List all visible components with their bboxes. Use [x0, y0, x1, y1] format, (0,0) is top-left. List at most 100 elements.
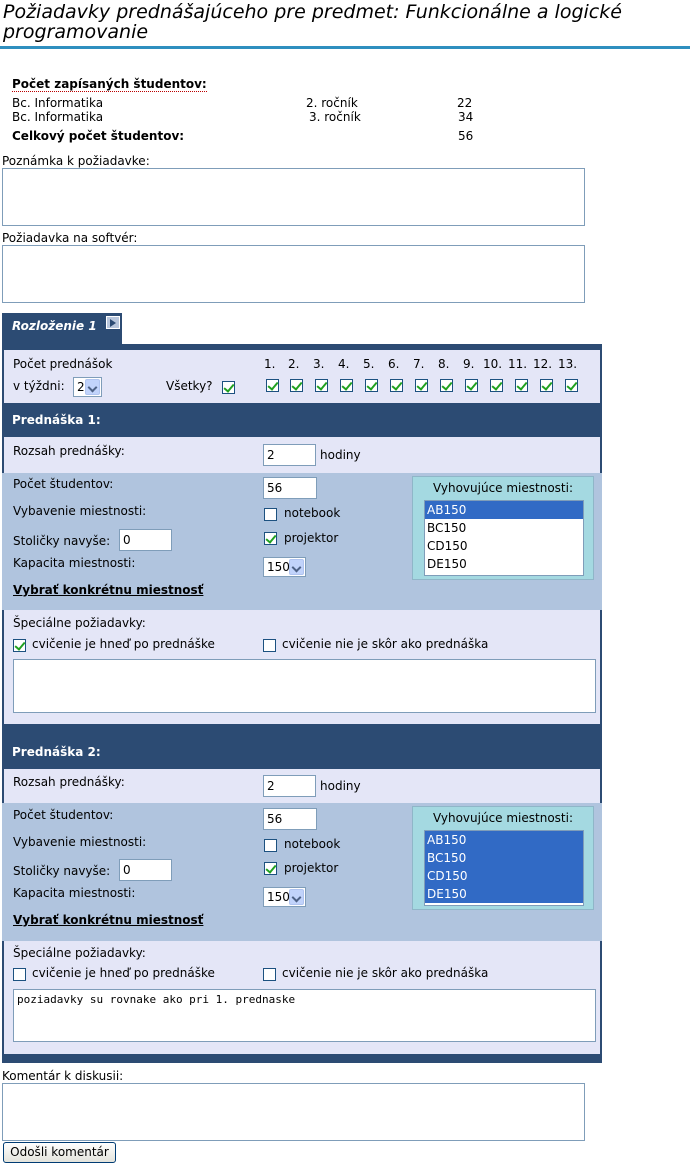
week-checkbox[interactable]	[390, 379, 403, 392]
notebook-checkbox[interactable]	[264, 508, 277, 521]
week-checkbox[interactable]	[515, 379, 528, 392]
lecture-1-header: Prednáška 1:	[2, 403, 602, 437]
lecture-2-header: Prednáška 2:	[2, 724, 602, 769]
discussion-textarea[interactable]	[2, 1083, 585, 1141]
room-option[interactable]: BC150	[425, 519, 583, 537]
room-option[interactable]: CD150	[425, 537, 583, 555]
week-checkbox[interactable]	[465, 379, 478, 392]
exercise-not-before-label: cvičenie nie je skôr ako prednáška	[282, 637, 489, 651]
discussion-label: Komentár k diskusii:	[2, 1069, 124, 1083]
capacity-select[interactable]: 150	[263, 557, 306, 577]
chevron-down-icon	[289, 559, 304, 575]
week-number-label: 12.	[533, 357, 553, 371]
enrolled-label: Počet zapísaných študentov:	[12, 77, 207, 92]
tab-label: Rozloženie 1	[12, 319, 97, 333]
notebook-checkbox[interactable]	[264, 839, 277, 852]
week-checkbox[interactable]	[290, 379, 303, 392]
week-checkbox[interactable]	[365, 379, 378, 392]
stats-row-program: Bc. Informatika	[12, 110, 104, 124]
per-week-label: v týždni:	[13, 379, 65, 393]
week-checkbox[interactable]	[565, 379, 578, 392]
week-checkbox[interactable]	[340, 379, 353, 392]
week-number-label: 10.	[483, 357, 503, 371]
week-number-label: 13.	[558, 357, 578, 371]
range-label: Rozsah prednášky:	[13, 775, 125, 789]
room-option[interactable]: CD150	[425, 867, 583, 885]
chairs-input[interactable]	[119, 859, 172, 881]
exercise-after-label: cvičenie je hneď po prednáške	[32, 637, 215, 651]
projector-checkbox[interactable]	[264, 532, 277, 545]
students-input[interactable]	[263, 808, 317, 830]
projector-label: projektor	[284, 861, 339, 875]
tab-layout-1[interactable]: Rozloženie 1	[2, 313, 122, 346]
range-label: Rozsah prednášky:	[13, 444, 125, 458]
rooms-title: Vyhovujúce miestnosti:	[432, 481, 574, 495]
rooms-title: Vyhovujúce miestnosti:	[432, 811, 574, 825]
week-number-label: 9.	[463, 357, 475, 371]
week-number-label: 1.	[264, 357, 276, 371]
week-number-label: 4.	[338, 357, 350, 371]
exercise-not-before-checkbox[interactable]	[263, 639, 276, 652]
suitable-rooms-box: Vyhovujúce miestnosti: AB150 BC150 CD150…	[412, 476, 594, 580]
week-number-label: 5.	[363, 357, 375, 371]
special-label: Špeciálne požiadavky:	[13, 616, 146, 630]
rooms-listbox[interactable]: AB150 BC150 CD150 DE150	[424, 830, 584, 906]
rooms-listbox[interactable]: AB150 BC150 CD150 DE150	[424, 500, 584, 576]
notebook-label: notebook	[284, 837, 341, 851]
students-label: Počet študentov:	[13, 808, 114, 822]
special-textarea[interactable]	[13, 659, 596, 713]
submit-comment-button[interactable]: Odošli komentár	[3, 1142, 116, 1163]
exercise-not-before-checkbox[interactable]	[263, 968, 276, 981]
room-option[interactable]: BC150	[425, 849, 583, 867]
chairs-input[interactable]	[119, 529, 172, 551]
software-textarea[interactable]	[2, 245, 585, 303]
stats-row-program: Bc. Informatika	[12, 96, 104, 110]
stats-row-year: 3. ročník	[309, 110, 361, 124]
total-value: 56	[458, 129, 474, 143]
tab-expand-icon[interactable]	[106, 316, 120, 329]
week-number-label: 3.	[313, 357, 325, 371]
page-title: Požiadavky prednášajúceho pre predmet: F…	[3, 1, 622, 43]
room-option[interactable]: AB150	[425, 831, 583, 849]
capacity-label: Kapacita miestnosti:	[13, 886, 136, 900]
all-weeks-label: Všetky?	[166, 379, 213, 393]
title-underline	[0, 46, 690, 49]
exercise-after-checkbox[interactable]	[13, 639, 26, 652]
exercise-not-before-label: cvičenie nie je skôr ako prednáška	[282, 966, 489, 980]
week-number-label: 2.	[288, 357, 300, 371]
stats-row-count: 34	[458, 110, 474, 124]
per-week-select[interactable]: 2	[73, 377, 102, 397]
room-option[interactable]: DE150	[425, 885, 583, 903]
chairs-label: Stoličky navyše:	[13, 534, 111, 548]
week-checkbox[interactable]	[266, 379, 279, 392]
range-unit: hodiny	[320, 448, 361, 462]
total-label: Celkový počet študentov:	[12, 129, 185, 143]
week-number-label: 11.	[508, 357, 528, 371]
equipment-label: Vybavenie miestnosti:	[13, 835, 147, 849]
capacity-select[interactable]: 150	[263, 887, 306, 907]
equipment-label: Vybavenie miestnosti:	[13, 504, 147, 518]
special-textarea[interactable]: poziadavky su rovnake ako pri 1. prednas…	[13, 989, 596, 1042]
room-option[interactable]: AB150	[425, 501, 583, 519]
suitable-rooms-box: Vyhovujúce miestnosti: AB150 BC150 CD150…	[412, 806, 594, 910]
week-checkbox[interactable]	[315, 379, 328, 392]
chairs-label: Stoličky navyše:	[13, 864, 111, 878]
lecture-count-label: Počet prednášok	[13, 357, 113, 371]
exercise-after-label: cvičenie je hneď po prednáške	[32, 966, 215, 980]
students-input[interactable]	[263, 477, 317, 499]
range-input[interactable]	[263, 775, 316, 797]
choose-room-link[interactable]: Vybrať konkrétnu miestnosť	[13, 913, 203, 927]
week-checkbox[interactable]	[415, 379, 428, 392]
week-checkbox[interactable]	[440, 379, 453, 392]
room-option[interactable]: DE150	[425, 555, 583, 573]
week-checkbox[interactable]	[490, 379, 503, 392]
week-number-label: 7.	[413, 357, 425, 371]
chevron-down-icon	[85, 379, 100, 395]
projector-checkbox[interactable]	[264, 862, 277, 875]
choose-room-link[interactable]: Vybrať konkrétnu miestnosť	[13, 583, 203, 597]
week-checkbox[interactable]	[540, 379, 553, 392]
range-input[interactable]	[263, 444, 316, 466]
request-note-textarea[interactable]	[2, 168, 585, 226]
exercise-after-checkbox[interactable]	[13, 968, 26, 981]
all-weeks-checkbox[interactable]	[222, 381, 235, 394]
